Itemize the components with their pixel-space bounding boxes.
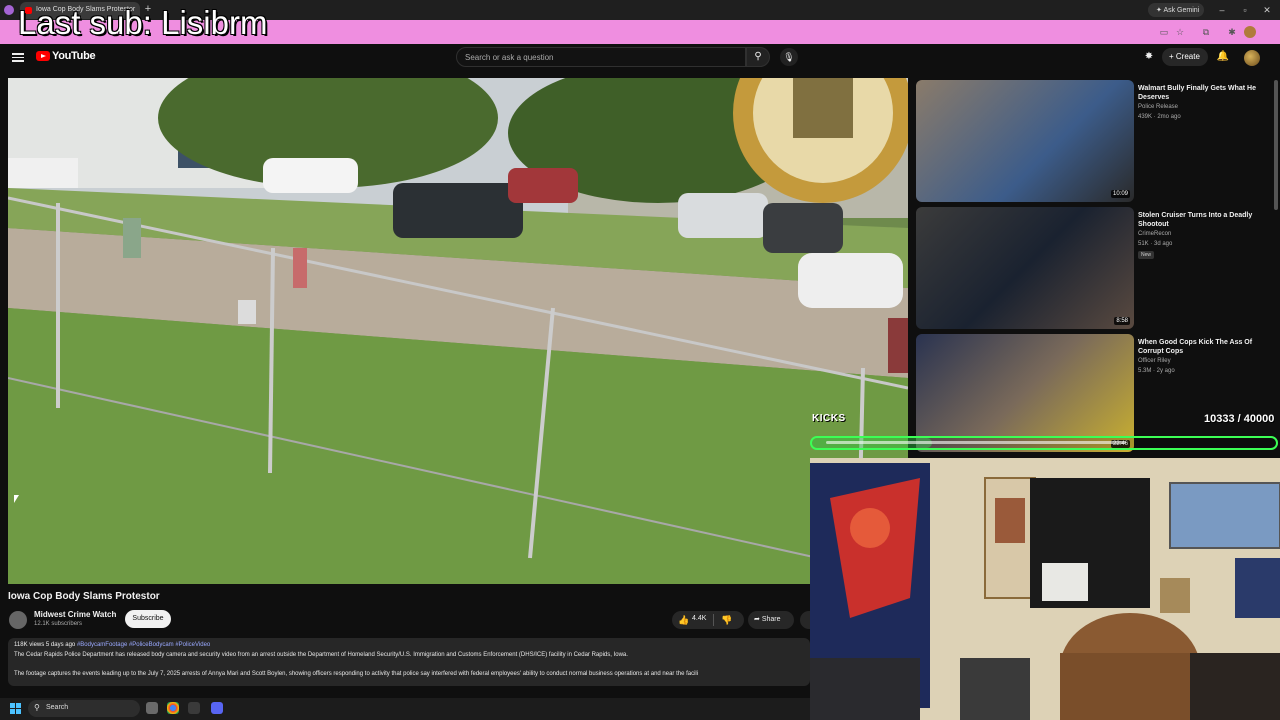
rec-channel[interactable]: CrimeRecon [1138,231,1171,237]
minimize-icon[interactable]: – [1215,3,1229,17]
ask-gemini-button[interactable]: ✦ Ask Gemini [1148,3,1204,17]
settings-icon[interactable] [188,702,200,714]
thumbs-up-icon[interactable]: 👍 [678,613,690,627]
goal-label: KICKS [812,413,846,424]
rec-stats: 5.3M · 2y ago [1138,368,1175,374]
new-badge: New [1138,251,1155,259]
channel-name[interactable]: Midwest Crime Watch [34,610,116,619]
profile-icon[interactable] [4,5,14,15]
subscribe-button[interactable]: Subscribe [125,610,171,628]
maximize-icon[interactable]: ▫ [1238,3,1252,17]
discord-icon[interactable] [211,702,223,714]
search-icon: ⚲ [34,703,40,712]
more-actions-button[interactable] [800,611,810,629]
mouse-cursor [14,495,19,503]
gemini-sparkle-icon[interactable]: ✸ [1142,50,1156,64]
thumbs-down-icon[interactable]: 👎 [721,613,733,627]
windows-start-icon[interactable] [10,703,22,715]
avatar[interactable] [1244,50,1260,66]
bell-icon[interactable]: 🔔 [1216,50,1230,64]
rec-title[interactable]: Walmart Bully Finally Gets What He Deser… [1138,84,1268,102]
recommendation-item[interactable]: 22:46 When Good Cops Kick The Ass Of Cor… [916,334,1272,452]
task-view-icon[interactable] [146,702,158,714]
recommendation-item[interactable]: 10:09 Walmart Bully Finally Gets What He… [916,80,1272,202]
description-line-2: The footage captures the events leading … [14,671,699,677]
rec-duration: 8:58 [1114,317,1130,325]
share-label: Share [761,616,781,623]
rec-title[interactable]: When Good Cops Kick The Ass Of Corrupt C… [1138,338,1268,356]
browser-avatar[interactable] [1244,26,1256,38]
rec-stats: 51K · 3d ago [1138,241,1173,247]
recommendation-item[interactable]: 8:58 Stolen Cruiser Turns Into a Deadly … [916,207,1272,329]
mic-icon[interactable]: 🎙 [780,48,798,66]
sidebar-scrollbar[interactable] [1274,80,1278,210]
webcam-feed [810,458,1280,720]
ask-gemini-label: Ask Gemini [1163,7,1200,14]
search-icon[interactable]: ⚲ [746,47,770,67]
goal-count: 10333 / 40000 [1204,413,1275,425]
rec-title[interactable]: Stolen Cruiser Turns Into a Deadly Shoot… [1138,211,1268,229]
extension-puzzle-icon[interactable]: ✱ [1226,26,1238,38]
rec-channel[interactable]: Police Release [1138,104,1178,110]
description-line-1: The Cedar Rapids Police Department has r… [14,652,628,658]
search-input[interactable]: Search or ask a question [456,47,746,67]
create-button[interactable]: + Create [1162,48,1208,66]
last-sub-overlay: Last sub: Lisibrm [18,4,268,41]
views-date: 118K views 5 days ago [14,642,76,648]
channel-avatar[interactable] [9,611,27,629]
cast-icon[interactable]: ▭ [1158,26,1170,38]
hashtags[interactable]: #BodycamFootage #PoliceBodycam #PoliceVi… [77,642,210,648]
extensions-icon[interactable]: ⧉ [1200,26,1212,38]
subscriber-count: 12.1K subscribers [34,621,83,627]
like-count[interactable]: 4.4K [692,615,706,622]
chrome-icon[interactable] [167,702,179,714]
rec-stats: 439K · 2mo ago [1138,114,1181,120]
youtube-logo-icon[interactable] [36,51,50,61]
bookmark-icon[interactable]: ☆ [1174,26,1186,38]
create-label: Create [1175,52,1200,61]
rec-duration: 10:09 [1110,190,1130,198]
rec-thumbnail[interactable]: 22:46 [916,334,1134,452]
rec-channel[interactable]: Officer Riley [1138,358,1171,364]
description-meta: 118K views 5 days ago #BodycamFootage #P… [14,642,210,648]
video-frame [8,78,908,584]
menu-icon[interactable] [12,51,24,63]
webcam-scene [810,458,1280,720]
video-player[interactable] [8,78,908,584]
goal-progress-shine [826,441,1126,444]
youtube-logo-text[interactable]: YouTube [52,50,96,62]
like-divider [713,614,714,626]
rec-thumbnail[interactable]: 8:58 [916,207,1134,329]
share-button[interactable]: ➦ Share [748,611,794,629]
description-box[interactable]: 118K views 5 days ago #BodycamFootage #P… [8,638,810,686]
close-icon[interactable]: ✕ [1260,3,1274,17]
video-title: Iowa Cop Body Slams Protestor [8,591,160,602]
rec-thumbnail[interactable]: 10:09 [916,80,1134,202]
taskbar-search[interactable]: Search [28,700,140,717]
